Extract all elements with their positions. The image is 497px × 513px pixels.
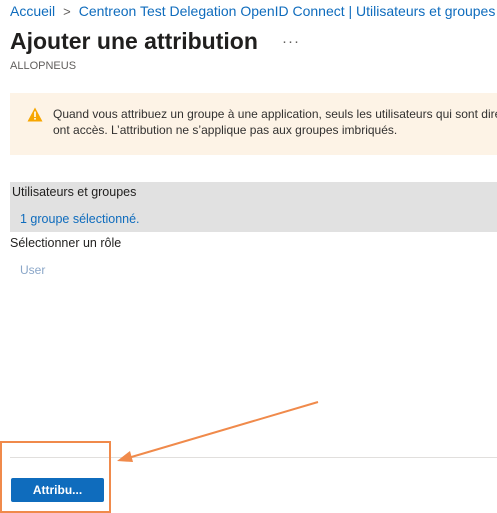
page-subtitle: ALLOPNEUS [10,60,77,72]
warning-text-line-1: Quand vous attribuez un groupe à une app… [53,107,497,121]
warning-icon [27,107,43,122]
role-label: Sélectionner un rôle [10,236,122,250]
breadcrumb: Accueil > Centreon Test Delegation OpenI… [10,2,497,20]
selected-groups-link[interactable]: 1 groupe sélectionné. [20,212,140,226]
role-value[interactable]: User [20,263,45,277]
warning-text-line-2: ont accès. L’attribution ne s’applique p… [53,123,398,137]
breadcrumb-app-link[interactable]: Centreon Test Delegation OpenID Connect … [79,3,496,19]
users-groups-section[interactable]: Utilisateurs et groupes 1 groupe sélecti… [10,182,497,232]
breadcrumb-home-link[interactable]: Accueil [10,3,55,19]
warning-banner: Quand vous attribuez un groupe à une app… [10,93,497,155]
breadcrumb-separator: > [63,3,71,19]
annotation-arrow [117,401,319,462]
ellipsis-icon[interactable]: ··· [282,33,300,50]
annotation-arrow-line [127,401,319,459]
page-title: Ajouter une attribution [10,28,258,54]
annotation-highlight-box [0,441,111,513]
users-groups-label: Utilisateurs et groupes [12,185,137,199]
warning-text: Quand vous attribuez un groupe à une app… [53,106,497,138]
